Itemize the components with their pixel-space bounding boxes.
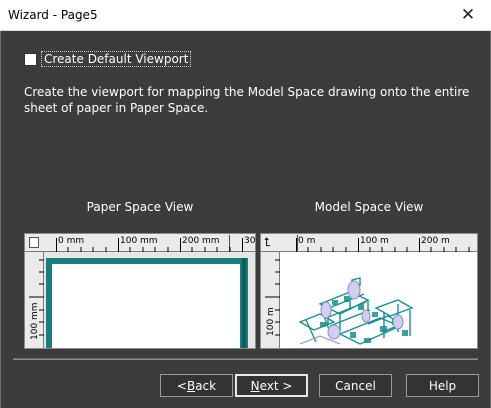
model-ruler-ticks [307, 247, 470, 252]
paper-top-ruler: 0 mm 100 mm 200 mm 30 [25, 234, 255, 252]
back-button[interactable]: < Back [160, 374, 233, 397]
model-drawing-area [280, 252, 477, 348]
model-top-ruler: ⮤ 0 m 100 m 200 m [261, 234, 477, 252]
create-viewport-option[interactable]: Create Default Viewport [24, 51, 192, 67]
window-border-left [0, 31, 1, 408]
model-space-preview: ⮤ 0 m 100 m 200 m 100 m [260, 233, 478, 349]
window-title: Wizard - Page5 [8, 8, 98, 22]
button-separator [13, 358, 478, 360]
model-space-label: Model Space View [314, 200, 424, 214]
paper-sheet-shadow [242, 258, 246, 348]
close-button[interactable]: ✕ [445, 0, 491, 30]
create-viewport-label[interactable]: Create Default Viewport [41, 51, 192, 67]
model-side-label: 100 m [266, 307, 276, 336]
next-button[interactable]: Next > [235, 374, 308, 397]
help-button[interactable]: Help [406, 374, 479, 397]
close-icon: ✕ [460, 5, 476, 25]
model-drawing [298, 277, 414, 345]
cancel-button[interactable]: Cancel [319, 374, 392, 397]
page-description: Create the viewport for mapping the Mode… [24, 85, 470, 115]
paper-space-label: Paper Space View [86, 200, 194, 214]
paper-sheet [52, 264, 240, 348]
model-left-ruler: 100 m [261, 252, 280, 348]
title-bar: Wizard - Page5 ✕ [0, 0, 491, 31]
paper-space-preview: 0 mm 100 mm 200 mm 30 100 mm [24, 233, 256, 349]
paper-left-ruler: 100 mm [25, 252, 44, 348]
paper-ruler-ticks [67, 247, 231, 252]
create-viewport-checkbox[interactable] [24, 52, 37, 66]
paper-side-label: 100 mm [30, 302, 40, 340]
